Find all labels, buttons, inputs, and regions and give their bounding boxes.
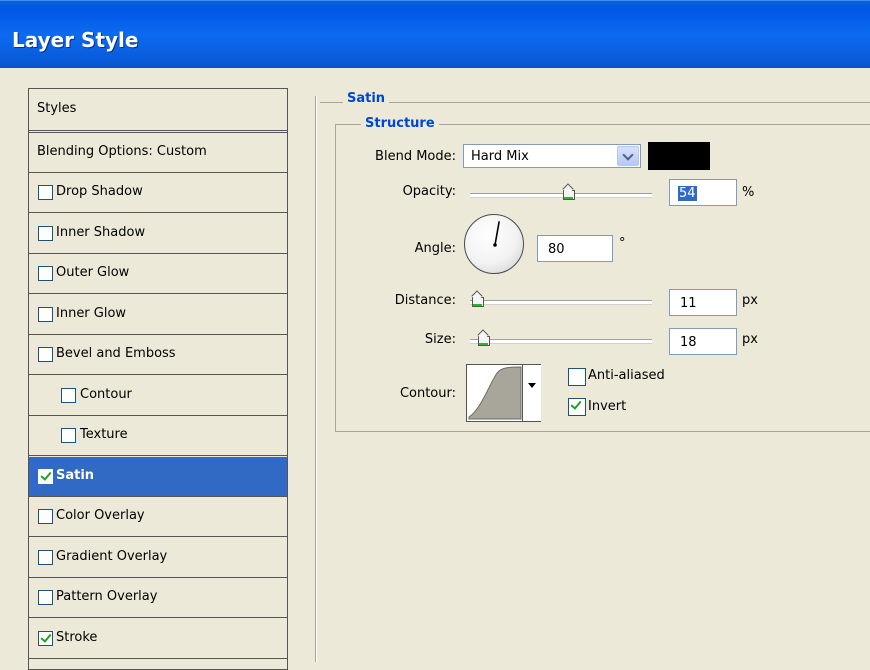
size-value: 18 xyxy=(680,335,697,350)
style-item-label: Satin xyxy=(56,468,95,483)
style-item-bevel-and-emboss[interactable]: Bevel and Emboss xyxy=(29,335,287,375)
size-unit: px xyxy=(742,332,758,347)
styles-header-label: Styles xyxy=(37,101,77,116)
distance-slider-track[interactable] xyxy=(470,300,652,305)
style-item-pattern-overlay[interactable]: Pattern Overlay xyxy=(29,578,287,618)
angle-needle-icon xyxy=(493,221,500,247)
title-bar[interactable]: Layer Style xyxy=(0,0,870,69)
style-item-checkbox[interactable] xyxy=(38,307,53,322)
satin-group-line xyxy=(320,102,870,103)
invert-checkbox[interactable] xyxy=(568,398,586,416)
style-item-satin[interactable]: Satin xyxy=(29,457,287,497)
blend-mode-value: Hard Mix xyxy=(471,149,529,164)
distance-unit: px xyxy=(742,293,758,308)
satin-group-title: Satin xyxy=(343,91,390,106)
angle-dial[interactable] xyxy=(464,214,524,274)
style-item-inner-shadow[interactable]: Inner Shadow xyxy=(29,214,287,254)
anti-aliased-label: Anti-aliased xyxy=(588,368,665,383)
style-item-checkbox[interactable] xyxy=(61,428,76,443)
angle-value: 80 xyxy=(548,242,565,257)
style-item-texture[interactable]: Texture xyxy=(29,416,287,456)
size-slider-track[interactable] xyxy=(470,339,652,344)
style-item-checkbox[interactable] xyxy=(38,631,53,646)
style-item-outer-glow[interactable]: Outer Glow xyxy=(29,254,287,294)
style-item-contour[interactable]: Contour xyxy=(29,376,287,416)
size-input[interactable]: 18 xyxy=(669,328,737,355)
distance-input[interactable]: 11 xyxy=(669,289,737,316)
structure-group-title: Structure xyxy=(361,116,439,131)
style-item-label: Bevel and Emboss xyxy=(56,346,176,361)
style-item-checkbox[interactable] xyxy=(61,388,76,403)
invert-label: Invert xyxy=(588,399,627,414)
satin-color-swatch[interactable] xyxy=(648,142,710,170)
opacity-value: 54 xyxy=(678,186,697,201)
style-item-checkbox[interactable] xyxy=(38,226,53,241)
style-item-gradient-overlay[interactable]: Gradient Overlay xyxy=(29,538,287,578)
contour-label: Contour: xyxy=(399,386,456,401)
panel-divider-highlight xyxy=(316,96,317,662)
style-item-label: Outer Glow xyxy=(56,265,130,280)
style-item-stroke[interactable]: Stroke xyxy=(29,619,287,659)
contour-curve-icon xyxy=(468,366,522,420)
style-item-checkbox[interactable] xyxy=(38,590,53,605)
opacity-unit: % xyxy=(742,185,755,200)
style-item-checkbox[interactable] xyxy=(38,469,53,484)
blend-mode-label: Blend Mode: xyxy=(375,149,456,164)
styles-list: Styles Blending Options: Custom Drop Sha… xyxy=(28,88,288,670)
style-item-label: Color Overlay xyxy=(56,508,145,523)
anti-aliased-checkbox[interactable] xyxy=(568,368,586,386)
opacity-slider-track[interactable] xyxy=(470,193,652,198)
opacity-slider-thumb[interactable] xyxy=(562,186,576,200)
style-item-label: Stroke xyxy=(56,630,98,645)
opacity-input[interactable]: 54 xyxy=(669,179,737,206)
distance-value: 11 xyxy=(680,296,697,311)
style-item-drop-shadow[interactable]: Drop Shadow xyxy=(29,173,287,213)
contour-dropdown-arrow[interactable] xyxy=(522,365,541,421)
style-item-label: Drop Shadow xyxy=(56,184,143,199)
style-item-checkbox[interactable] xyxy=(38,266,53,281)
angle-input[interactable]: 80 xyxy=(537,235,613,262)
style-item-label: Inner Glow xyxy=(56,306,127,321)
angle-label: Angle: xyxy=(414,241,456,256)
distance-label: Distance: xyxy=(394,293,456,308)
style-item-label: Texture xyxy=(80,427,128,442)
angle-unit: ° xyxy=(619,236,626,251)
style-item-checkbox[interactable] xyxy=(38,509,53,524)
chevron-down-icon[interactable] xyxy=(617,146,639,166)
size-slider-thumb[interactable] xyxy=(477,332,491,346)
blending-options-label: Blending Options: Custom xyxy=(37,144,207,159)
blending-options-item[interactable]: Blending Options: Custom xyxy=(29,133,287,173)
window-title: Layer Style xyxy=(12,28,139,52)
blend-mode-select[interactable]: Hard Mix xyxy=(463,144,641,168)
style-item-color-overlay[interactable]: Color Overlay xyxy=(29,497,287,537)
style-item-label: Gradient Overlay xyxy=(56,549,168,564)
style-item-label: Pattern Overlay xyxy=(56,589,158,604)
style-item-inner-glow[interactable]: Inner Glow xyxy=(29,295,287,335)
style-item-checkbox[interactable] xyxy=(38,550,53,565)
distance-slider-thumb[interactable] xyxy=(471,293,485,307)
opacity-label: Opacity: xyxy=(402,184,456,199)
style-item-label: Contour xyxy=(80,387,132,402)
style-item-checkbox[interactable] xyxy=(38,185,53,200)
styles-header[interactable]: Styles xyxy=(29,89,287,133)
size-label: Size: xyxy=(424,332,456,347)
style-item-label: Inner Shadow xyxy=(56,225,146,240)
style-item-checkbox[interactable] xyxy=(38,347,53,362)
